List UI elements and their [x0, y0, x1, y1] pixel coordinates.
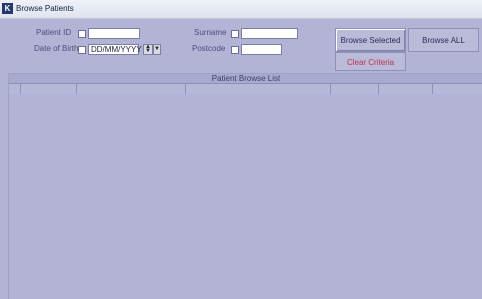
dob-input[interactable]: DD/MM/YYYY: [88, 44, 142, 55]
dob-checkbox[interactable]: [78, 46, 86, 54]
app-icon: K: [2, 3, 13, 14]
patient-id-checkbox[interactable]: [78, 30, 86, 38]
dob-label: Date of Birth: [34, 44, 79, 53]
surname-label: Surname: [194, 28, 227, 37]
dob-spinner[interactable]: ▲ ▼: [143, 44, 153, 55]
list-title-bar: Patient Browse List: [9, 74, 482, 84]
column-header[interactable]: [21, 84, 77, 94]
browse-all-button[interactable]: Browse ALL: [408, 28, 479, 52]
column-header[interactable]: [379, 84, 433, 94]
clear-criteria-button[interactable]: Clear Criteria: [335, 52, 406, 71]
dob-dropdown[interactable]: ▼: [153, 44, 161, 55]
patient-id-label: Patient ID: [36, 28, 72, 37]
patient-browse-list[interactable]: Patient Browse List: [8, 73, 482, 299]
postcode-checkbox[interactable]: [231, 46, 239, 54]
column-header[interactable]: [331, 84, 379, 94]
column-header[interactable]: [77, 84, 186, 94]
browse-patients-window: K Browse Patients Patient ID Surname Dat…: [0, 0, 482, 299]
column-header[interactable]: [9, 84, 21, 94]
surname-input[interactable]: [241, 28, 298, 39]
title-bar: K Browse Patients: [0, 0, 482, 19]
postcode-label: Postcode: [192, 44, 226, 53]
list-column-header: [9, 84, 482, 94]
window-title: Browse Patients: [16, 4, 74, 13]
column-header[interactable]: [186, 84, 331, 94]
browse-selected-button[interactable]: Browse Selected: [335, 28, 406, 52]
patient-id-input[interactable]: [88, 28, 140, 39]
postcode-input[interactable]: [241, 44, 282, 55]
surname-checkbox[interactable]: [231, 30, 239, 38]
list-title: Patient Browse List: [211, 74, 281, 83]
